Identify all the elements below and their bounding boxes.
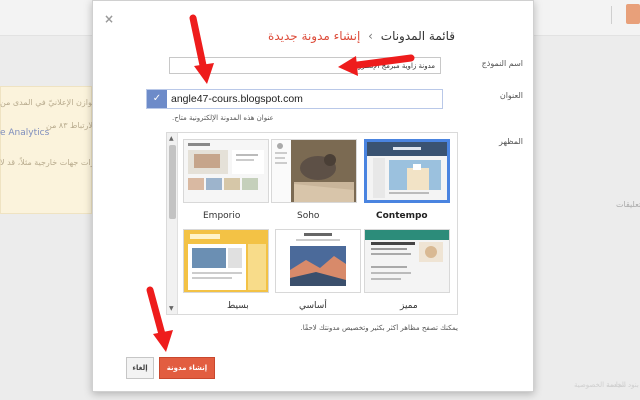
scroll-down-icon[interactable]: ▼	[169, 305, 174, 312]
theme-thumbnail-simple	[183, 229, 269, 293]
scroll-thumb[interactable]	[169, 145, 176, 219]
theme-thumbnail-contempo	[364, 139, 450, 203]
essential-preview	[276, 230, 360, 292]
contempo-preview	[367, 142, 447, 200]
breadcrumb-separator: ›	[368, 29, 373, 43]
emporio-preview	[184, 140, 268, 202]
background-account-avatar	[626, 4, 640, 24]
background-text: ترات جهات خارجية مثلاً، قد لا	[0, 158, 98, 167]
soho-preview	[272, 140, 356, 202]
create-blog-button[interactable]: إنشاء مدونة	[159, 357, 215, 379]
theme-name: بسيط	[227, 301, 249, 311]
scroll-up-icon[interactable]: ▲	[169, 135, 174, 142]
background-text-analytics: e Analytics	[0, 128, 50, 138]
theme-label: المظهر	[499, 137, 523, 146]
theme-name: Contempo	[376, 211, 428, 221]
theme-name: Soho	[297, 211, 320, 221]
globe-pin-icon: ✓	[147, 90, 167, 108]
breadcrumb-current: إنشاء مدونة جديدة	[268, 29, 361, 43]
theme-picker: ▲ ▼ Contempo Soho Emporio مميز أساسي بسي…	[166, 132, 458, 315]
close-icon[interactable]: ×	[104, 12, 114, 26]
cancel-button[interactable]: إلغاء	[126, 357, 154, 379]
background-comments-label: تعليقات	[616, 200, 640, 209]
theme-thumbnail-essential	[275, 229, 361, 293]
theme-name: Emporio	[203, 211, 241, 221]
theme-name: أساسي	[299, 301, 327, 311]
notable-preview	[365, 230, 449, 292]
theme-thumbnail-soho	[271, 139, 357, 203]
theme-scrollbar[interactable]: ▲ ▼	[167, 133, 178, 314]
address-field-wrapper: ✓	[146, 89, 443, 109]
breadcrumb-blog-list[interactable]: قائمة المدونات	[381, 29, 455, 43]
blog-name-field[interactable]	[169, 57, 441, 74]
simple-preview	[184, 230, 268, 292]
theme-name: مميز	[400, 301, 418, 311]
address-availability-note: عنوان هذه المدونة الإلكترونية متاح.	[172, 114, 274, 122]
footer-hint: يمكنك تصفح مظاهر أكثر بكثير وتخصيص مدونت…	[300, 324, 458, 332]
dialog-title: قائمة المدونات › إنشاء مدونة جديدة	[268, 29, 455, 43]
address-label: العنوان	[499, 91, 523, 100]
create-blog-dialog: × قائمة المدونات › إنشاء مدونة جديدة اسم…	[92, 0, 534, 392]
background-text: الارتباط ۸۳ من	[46, 121, 96, 130]
blog-address-field[interactable]	[169, 90, 441, 108]
theme-thumbnail-notable	[364, 229, 450, 293]
background-footer-link: بنود الخدمة	[606, 381, 639, 389]
name-label: اسم النموذج	[481, 59, 523, 68]
background-divider	[611, 6, 612, 24]
theme-thumbnail-emporio	[183, 139, 269, 203]
